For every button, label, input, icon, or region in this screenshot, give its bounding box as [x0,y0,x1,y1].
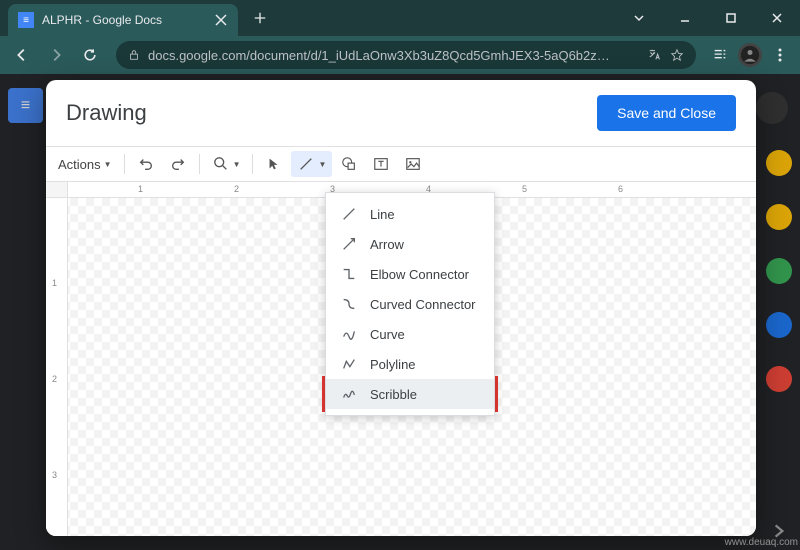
forward-button[interactable] [42,41,70,69]
menu-label: Elbow Connector [370,267,469,282]
menu-item-curve[interactable]: Curve [326,319,494,349]
watermark: www.deuaq.com [725,537,798,548]
calendar-icon[interactable] [766,150,792,176]
side-panel-icons [766,150,792,392]
redo-icon [169,155,187,173]
menu-item-line[interactable]: Line [326,199,494,229]
menu-item-scribble[interactable]: Scribble [326,379,494,409]
redo-button[interactable] [163,151,193,177]
back-button[interactable] [8,41,36,69]
contacts-icon[interactable] [766,312,792,338]
close-tab-icon[interactable] [214,13,228,27]
menu-item-polyline[interactable]: Polyline [326,349,494,379]
browser-tab[interactable]: ≡ ALPHR - Google Docs [8,4,238,36]
separator [124,154,125,174]
menu-item-elbow-connector[interactable]: Elbow Connector [326,259,494,289]
docs-logo: ≡ [8,88,43,123]
line-icon [297,155,315,173]
window-controls [616,0,800,36]
line-icon [340,205,358,223]
curve-icon [340,325,358,343]
actions-menu[interactable]: Actions▼ [52,153,118,176]
menu-item-arrow[interactable]: Arrow [326,229,494,259]
maps-icon[interactable] [766,366,792,392]
menu-label: Scribble [370,387,417,402]
separator [199,154,200,174]
zoom-icon [212,155,230,173]
image-icon [404,155,422,173]
textbox-icon [372,155,390,173]
zoom-menu[interactable]: ▼ [206,151,247,177]
menu-label: Arrow [370,237,404,252]
cursor-icon [265,155,283,173]
menu-label: Curved Connector [370,297,476,312]
menu-label: Curve [370,327,405,342]
scribble-icon [340,385,358,403]
star-icon[interactable] [670,48,684,62]
profile-avatar[interactable] [738,43,762,67]
dropdown-icon[interactable] [616,0,662,36]
polyline-icon [340,355,358,373]
elbow-icon [340,265,358,283]
line-tool-dropdown: Line Arrow Elbow Connector Curved Connec… [325,192,495,416]
arrow-icon [340,235,358,253]
shape-icon [340,155,358,173]
browser-titlebar: ≡ ALPHR - Google Docs [0,0,800,36]
undo-button[interactable] [131,151,161,177]
docs-avatar [756,92,788,124]
browser-address-bar: docs.google.com/document/d/1_iUdLaOnw3Xb… [0,36,800,74]
tasks-icon[interactable] [766,258,792,284]
select-tool[interactable] [259,151,289,177]
menu-label: Line [370,207,395,222]
lock-icon [128,49,140,61]
keep-icon[interactable] [766,204,792,230]
menu-label: Polyline [370,357,416,372]
drawing-toolbar: Actions▼ ▼ ▼ [46,146,756,182]
curved-connector-icon [340,295,358,313]
menu-icon[interactable] [768,43,792,67]
url-field[interactable]: docs.google.com/document/d/1_iUdLaOnw3Xb… [116,41,696,69]
minimize-button[interactable] [662,0,708,36]
close-window-button[interactable] [754,0,800,36]
reload-button[interactable] [76,41,104,69]
separator [252,154,253,174]
reading-list-icon[interactable] [708,43,732,67]
new-tab-button[interactable] [246,4,274,32]
modal-title: Drawing [66,100,147,126]
textbox-tool[interactable] [366,151,396,177]
translate-icon[interactable] [648,48,662,62]
line-tool[interactable]: ▼ [291,151,332,177]
tab-title: ALPHR - Google Docs [42,13,206,27]
shape-tool[interactable] [334,151,364,177]
ruler-vertical: 1 2 3 [46,198,68,536]
modal-header: Drawing Save and Close [46,80,756,146]
save-and-close-button[interactable]: Save and Close [597,95,736,131]
url-text: docs.google.com/document/d/1_iUdLaOnw3Xb… [148,48,640,63]
ruler-corner [46,182,68,198]
docs-favicon: ≡ [18,12,34,28]
maximize-button[interactable] [708,0,754,36]
undo-icon [137,155,155,173]
menu-item-curved-connector[interactable]: Curved Connector [326,289,494,319]
image-tool[interactable] [398,151,428,177]
